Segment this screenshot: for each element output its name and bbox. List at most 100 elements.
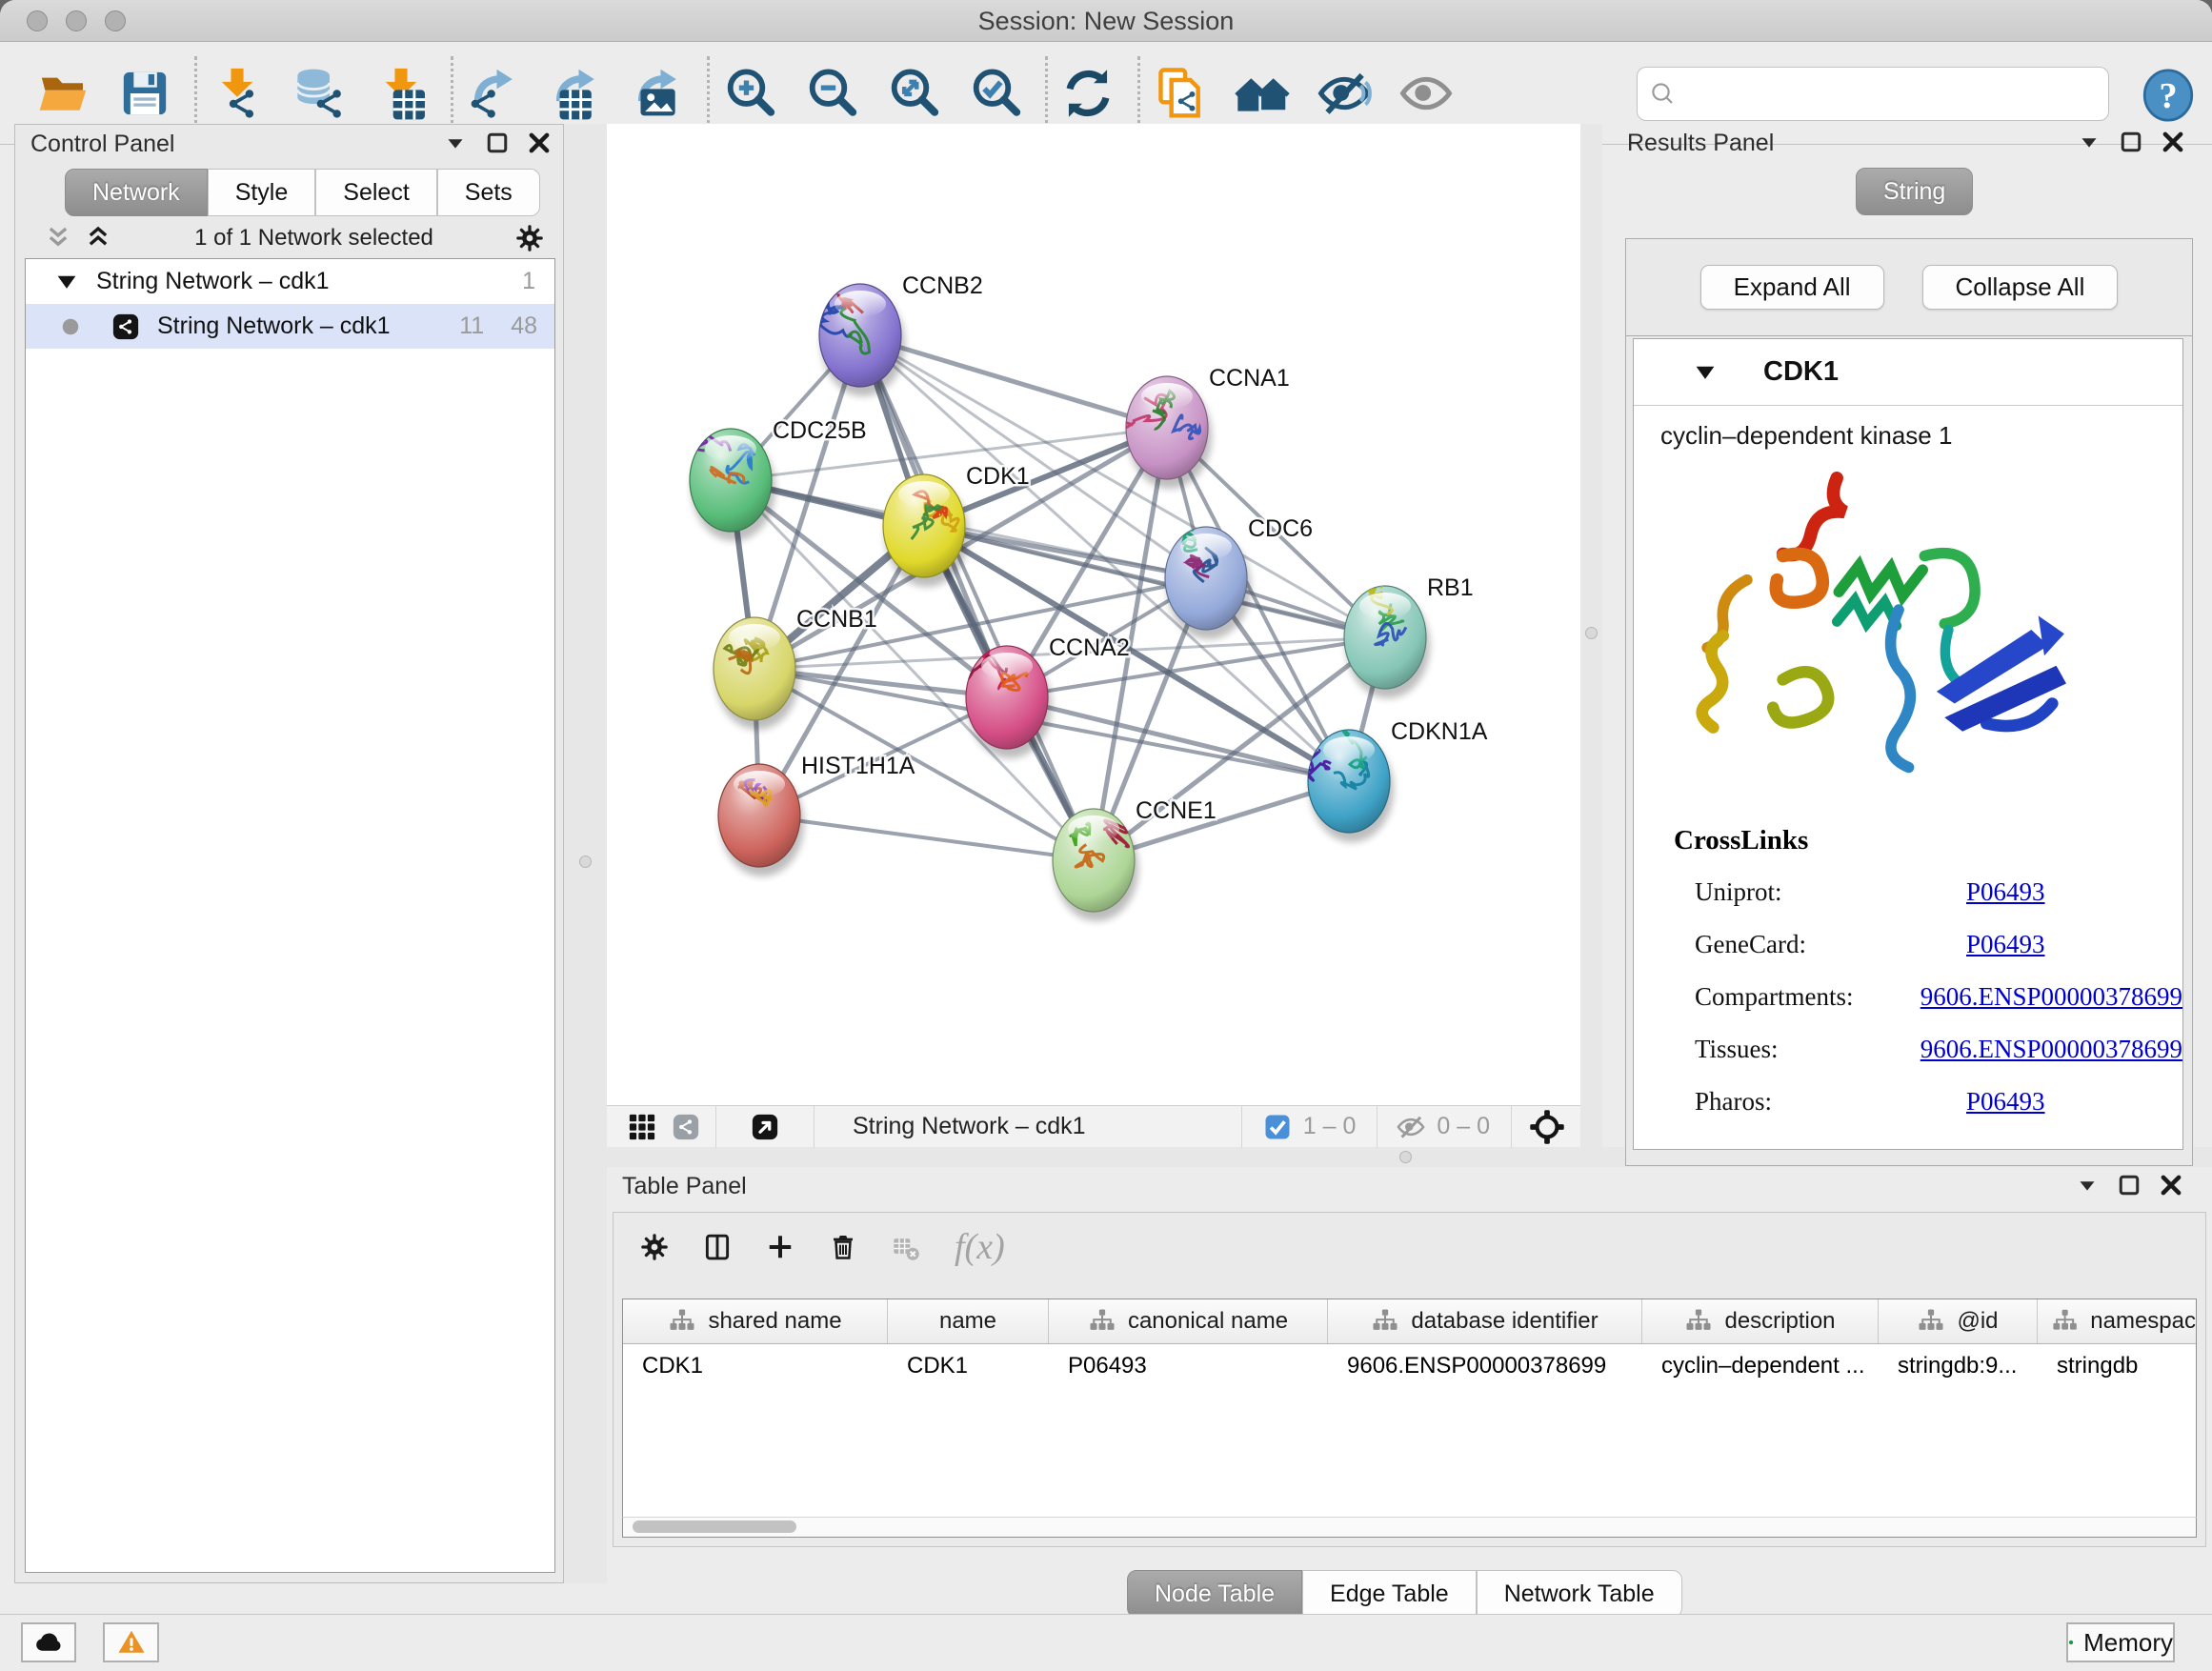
- panel-menu-icon[interactable]: [2075, 128, 2103, 156]
- zoom-in-icon[interactable]: [723, 67, 776, 120]
- column-header[interactable]: namespac: [2038, 1299, 2196, 1343]
- control-panel-title: Control Panel: [30, 131, 174, 158]
- help-icon[interactable]: ?: [2142, 69, 2195, 122]
- tab-node-table[interactable]: Node Table: [1127, 1570, 1302, 1618]
- show-columns-icon[interactable]: [703, 1233, 732, 1261]
- zoom-fit-icon[interactable]: [887, 67, 940, 120]
- column-header[interactable]: name: [888, 1299, 1049, 1343]
- edge-count: 48: [511, 312, 537, 340]
- function-builder-icon[interactable]: f(x): [955, 1226, 1005, 1268]
- left-splitter[interactable]: [564, 124, 607, 1583]
- status-bar: Memory: [0, 1614, 2212, 1671]
- collapse-entry-icon[interactable]: [1691, 358, 1719, 387]
- table-horizontal-scrollbar[interactable]: [622, 1517, 2197, 1538]
- network-view-icon[interactable]: [672, 1113, 700, 1141]
- add-column-icon[interactable]: [766, 1233, 794, 1261]
- export-network-icon[interactable]: [467, 67, 520, 120]
- table-options-gear-icon[interactable]: [640, 1233, 669, 1261]
- column-header[interactable]: canonical name: [1049, 1299, 1328, 1343]
- float-panel-icon[interactable]: [2117, 128, 2145, 156]
- crosslink-compartments-link[interactable]: 9606.ENSP00000378699: [1920, 982, 2182, 1012]
- import-network-file-icon[interactable]: [211, 67, 264, 120]
- right-splitter[interactable]: [1580, 124, 1602, 1166]
- open-session-icon[interactable]: [36, 67, 90, 120]
- collapse-all-button[interactable]: Collapse All: [1922, 265, 2119, 310]
- tab-sets[interactable]: Sets: [437, 169, 540, 216]
- tab-network-table[interactable]: Network Table: [1477, 1570, 1682, 1618]
- save-session-icon[interactable]: [118, 67, 171, 120]
- crosslink-uniprot-link[interactable]: P06493: [1966, 877, 2045, 907]
- node-label-CDC6: CDC6: [1248, 515, 1313, 542]
- zoom-out-icon[interactable]: [805, 67, 858, 120]
- network-tree-child-row[interactable]: String Network – cdk1 11 48: [26, 304, 554, 349]
- tab-style[interactable]: Style: [208, 169, 316, 216]
- network-selection-status: 1 of 1 Network selected: [112, 225, 515, 252]
- hide-selected-icon[interactable]: [1317, 67, 1371, 120]
- panel-menu-icon[interactable]: [2073, 1171, 2101, 1199]
- first-neighbors-icon[interactable]: [1236, 67, 1289, 120]
- column-header[interactable]: database identifier: [1328, 1299, 1642, 1343]
- show-all-icon: [1399, 67, 1453, 120]
- memory-button[interactable]: Memory: [2066, 1622, 2175, 1662]
- selected-checkbox-icon[interactable]: [1263, 1113, 1292, 1141]
- protein-description: cyclin–dependent kinase 1: [1660, 421, 2182, 451]
- birds-eye-view-icon[interactable]: [1529, 1109, 1565, 1145]
- node-label-CCNA1: CCNA1: [1209, 365, 1290, 392]
- tab-string[interactable]: String: [1856, 168, 1973, 215]
- node-label-CDC25B: CDC25B: [773, 417, 867, 444]
- delete-column-icon[interactable]: [829, 1233, 857, 1261]
- zoom-selected-icon[interactable]: [969, 67, 1022, 120]
- close-panel-icon[interactable]: [2159, 128, 2187, 156]
- protein-name: CDK1: [1763, 356, 1839, 388]
- delete-table-icon: [892, 1233, 920, 1261]
- tab-edge-table[interactable]: Edge Table: [1302, 1570, 1477, 1618]
- expand-all-networks-icon[interactable]: [84, 224, 112, 252]
- node-label-CCNE1: CCNE1: [1136, 797, 1217, 824]
- string-results-container: Expand All Collapse All CDK1 cyclin–depe…: [1625, 238, 2193, 1166]
- import-table-icon[interactable]: [374, 67, 428, 120]
- float-panel-icon[interactable]: [483, 129, 512, 157]
- network-collection-label: String Network – cdk1: [96, 268, 330, 295]
- panel-menu-icon[interactable]: [441, 129, 470, 157]
- network-canvas[interactable]: CCNB2 CCNA1 CDC25B CDK1 CDC6: [607, 124, 1580, 1147]
- crosslink-label: Uniprot:: [1695, 877, 1966, 907]
- toolbar-separator: [1045, 56, 1048, 131]
- search-input[interactable]: [1678, 70, 2108, 118]
- detach-view-icon[interactable]: [751, 1113, 779, 1141]
- float-panel-icon[interactable]: [2115, 1171, 2143, 1199]
- export-table-icon[interactable]: [549, 67, 602, 120]
- tab-select[interactable]: Select: [315, 169, 436, 216]
- column-mapping-icon: [2051, 1307, 2079, 1336]
- hidden-items-icon[interactable]: [1397, 1113, 1425, 1141]
- network-type-icon: [111, 312, 140, 341]
- column-header[interactable]: shared name: [623, 1299, 888, 1343]
- duplicate-network-icon[interactable]: [1154, 67, 1207, 120]
- cloud-status-button[interactable]: [21, 1622, 76, 1662]
- tab-network[interactable]: Network: [65, 169, 208, 216]
- import-network-database-icon[interactable]: [292, 67, 346, 120]
- column-header[interactable]: @id: [1879, 1299, 2038, 1343]
- crosslink-pharos-link[interactable]: P06493: [1966, 1087, 2045, 1117]
- search-box[interactable]: [1637, 67, 2109, 121]
- network-graph[interactable]: CCNB2 CCNA1 CDC25B CDK1 CDC6: [607, 124, 1580, 1105]
- network-tree-root-row[interactable]: String Network – cdk1 1: [26, 259, 554, 304]
- tree-expander-icon[interactable]: [52, 268, 81, 296]
- refresh-layout-icon[interactable]: [1061, 67, 1115, 120]
- network-options-gear-icon[interactable]: [515, 224, 544, 252]
- crosslink-tissues-link[interactable]: 9606.ENSP00000378699: [1920, 1035, 2182, 1064]
- scrollbar-thumb[interactable]: [633, 1520, 796, 1533]
- crosslink-genecard-link[interactable]: P06493: [1966, 930, 2045, 959]
- warnings-button[interactable]: [103, 1622, 159, 1662]
- table-row[interactable]: CDK1 CDK1 P06493 9606.ENSP00000378699 cy…: [623, 1344, 2196, 1388]
- close-panel-icon[interactable]: [525, 129, 553, 157]
- node-label-CCNA2: CCNA2: [1049, 634, 1130, 661]
- export-image-icon[interactable]: [631, 67, 684, 120]
- node-label-RB1: RB1: [1427, 574, 1474, 601]
- memory-label: Memory: [2083, 1628, 2173, 1658]
- cdk1-result-card: CDK1 cyclin–dependent kinase 1: [1633, 338, 2183, 1150]
- column-header[interactable]: description: [1642, 1299, 1879, 1343]
- close-panel-icon[interactable]: [2157, 1171, 2185, 1199]
- collapse-all-networks-icon[interactable]: [44, 224, 72, 252]
- expand-all-button[interactable]: Expand All: [1700, 265, 1884, 310]
- grid-view-icon[interactable]: [628, 1113, 656, 1141]
